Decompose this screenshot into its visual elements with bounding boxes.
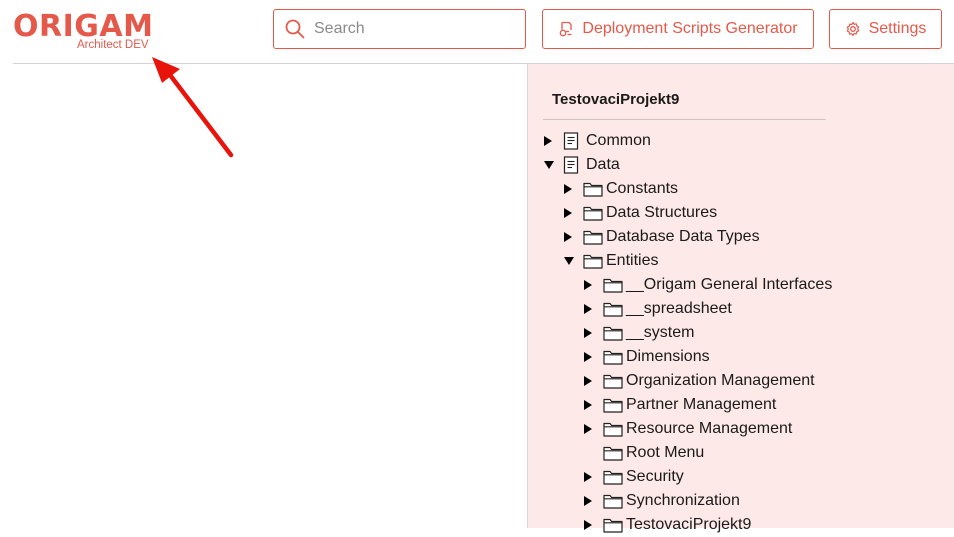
folder-icon <box>603 395 623 415</box>
tree-node-label: Database Data Types <box>606 228 760 245</box>
expanded-arrow-icon[interactable] <box>543 153 563 177</box>
tree-node-label: Synchronization <box>626 492 740 509</box>
tree-node[interactable]: Security <box>583 465 684 489</box>
deployment-scripts-generator-button[interactable]: Deployment Scripts Generator <box>542 9 814 49</box>
tree-node[interactable]: Partner Management <box>583 393 776 417</box>
tree-node[interactable]: Common <box>543 129 651 153</box>
tree-node[interactable]: __spreadsheet <box>583 297 732 321</box>
document-icon <box>563 155 583 175</box>
tree-node[interactable]: Root Menu <box>583 441 704 465</box>
tree-node[interactable]: Resource Management <box>583 417 792 441</box>
settings-button-label: Settings <box>868 20 927 37</box>
tree-node[interactable]: Entities <box>563 249 658 273</box>
tree-node[interactable]: Database Data Types <box>563 225 760 249</box>
collapsed-arrow-icon[interactable] <box>583 273 603 297</box>
tree-node-label: Data <box>586 156 620 173</box>
folder-icon <box>603 275 623 295</box>
tree-node-label: Entities <box>606 252 659 269</box>
search-icon <box>284 18 306 40</box>
tree-node-label: Dimensions <box>626 348 710 365</box>
gear-icon <box>845 21 861 37</box>
collapsed-arrow-icon[interactable] <box>583 393 603 417</box>
search-input[interactable] <box>314 20 504 38</box>
origam-logo[interactable]: ORIGAM Architect DEV <box>13 10 153 54</box>
logo-subtitle: Architect DEV <box>77 39 149 51</box>
tree-node[interactable]: Constants <box>563 177 678 201</box>
tree-node-label: __system <box>626 324 695 341</box>
collapsed-arrow-icon[interactable] <box>583 465 603 489</box>
collapsed-arrow-icon[interactable] <box>563 225 583 249</box>
folder-icon <box>603 515 623 535</box>
tree-node[interactable]: __Origam General Interfaces <box>583 273 832 297</box>
folder-icon <box>603 491 623 511</box>
tree-node-label: Data Structures <box>606 204 718 221</box>
tree-node[interactable]: Data <box>543 153 620 177</box>
folder-icon <box>603 347 623 367</box>
settings-button[interactable]: Settings <box>829 9 942 49</box>
tree-node[interactable]: Synchronization <box>583 489 740 513</box>
tree-node[interactable]: TestovaciProjekt9 <box>583 513 751 537</box>
folder-icon <box>603 323 623 343</box>
tree-node-label: TestovaciProjekt9 <box>626 516 752 533</box>
collapsed-arrow-icon[interactable] <box>583 513 603 537</box>
collapsed-arrow-icon[interactable] <box>583 489 603 513</box>
folder-icon <box>583 203 603 223</box>
document-icon <box>563 131 583 151</box>
folder-icon <box>583 179 603 199</box>
tree-node-label: Organization Management <box>626 372 815 389</box>
project-title: TestovaciProjekt9 <box>552 91 680 108</box>
project-title-divider <box>543 119 826 120</box>
collapsed-arrow-icon[interactable] <box>563 201 583 225</box>
tree-node-label: __spreadsheet <box>626 300 732 317</box>
collapsed-arrow-icon[interactable] <box>583 297 603 321</box>
tree-node[interactable]: __system <box>583 321 694 345</box>
tree-node-label: __Origam General Interfaces <box>626 276 833 293</box>
tree-node-label: Security <box>626 468 684 485</box>
tree-node-label: Common <box>586 132 651 149</box>
tree-node[interactable]: Dimensions <box>583 345 710 369</box>
folder-icon <box>583 251 603 271</box>
collapsed-arrow-icon[interactable] <box>583 321 603 345</box>
collapsed-arrow-icon[interactable] <box>583 369 603 393</box>
annotation-arrow <box>152 57 234 158</box>
tree-node[interactable]: Organization Management <box>583 369 815 393</box>
tree-node-label: Constants <box>606 180 679 197</box>
tree-node-label: Partner Management <box>626 396 777 413</box>
folder-icon <box>603 299 623 319</box>
tree-node[interactable]: Data Structures <box>563 201 717 225</box>
folder-icon <box>603 467 623 487</box>
deploy-button-label: Deployment Scripts Generator <box>582 20 798 37</box>
folder-icon <box>603 443 623 463</box>
folder-icon <box>583 227 603 247</box>
collapsed-arrow-icon[interactable] <box>543 129 563 153</box>
tree-node-label: Root Menu <box>626 444 705 461</box>
collapsed-arrow-icon[interactable] <box>583 345 603 369</box>
search-box[interactable] <box>273 9 526 49</box>
folder-icon <box>603 371 623 391</box>
collapsed-arrow-icon[interactable] <box>583 417 603 441</box>
script-icon <box>558 21 574 37</box>
expanded-arrow-icon[interactable] <box>563 249 583 273</box>
folder-icon <box>603 419 623 439</box>
tree-node-label: Resource Management <box>626 420 793 437</box>
collapsed-arrow-icon[interactable] <box>563 177 583 201</box>
